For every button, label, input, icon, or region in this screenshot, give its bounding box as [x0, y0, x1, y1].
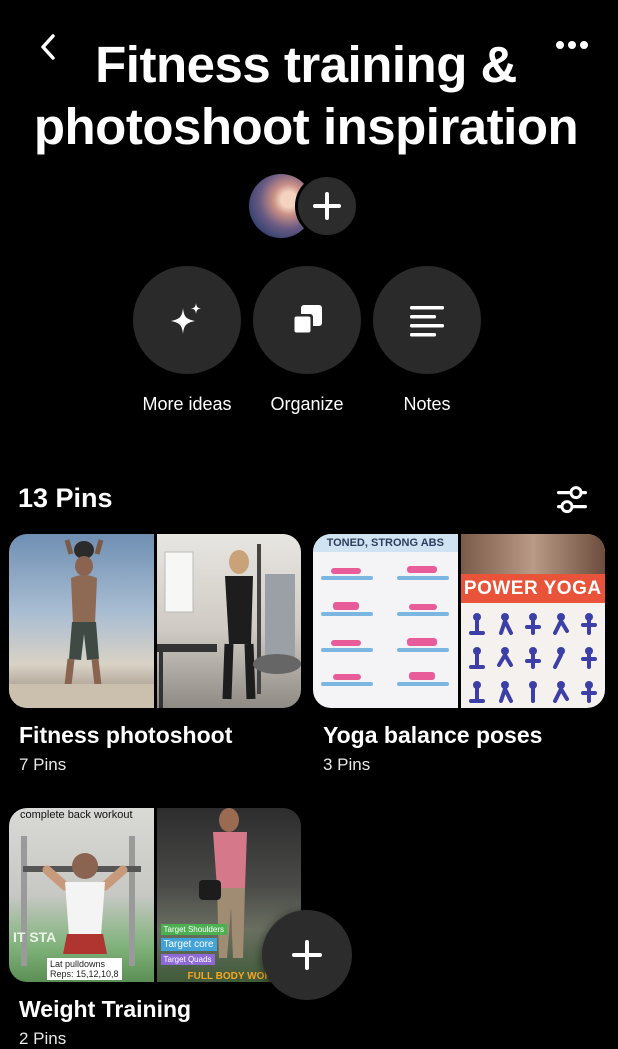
abs-pin-header: TONED, STRONG ABS	[313, 534, 458, 552]
create-pin-button[interactable]	[262, 910, 352, 1000]
organize-icon	[292, 305, 322, 335]
yoga-pose-grid	[468, 613, 597, 703]
plus-icon	[313, 192, 341, 220]
more-options-button[interactable]	[552, 34, 592, 56]
pins-count: 13 Pins	[18, 483, 113, 513]
yoga-photo-strip	[460, 534, 605, 574]
board-title: Yoga balance poses	[323, 722, 543, 748]
organize-button[interactable]: Organize	[253, 266, 361, 415]
more-ideas-button[interactable]: More ideas	[133, 266, 241, 415]
board-cover[interactable]: TONED, STRONG ABS POWER YOGA	[313, 534, 605, 708]
abs-exercise-grid	[321, 566, 449, 686]
svg-text:IT STA: IT STA	[13, 929, 56, 945]
pin-thumbnail: complete back workout IT STA Lat pulldow…	[9, 808, 154, 982]
organize-label: Organize	[270, 394, 344, 414]
notes-icon	[410, 306, 444, 337]
gym-photo	[156, 544, 301, 708]
add-collaborator-button[interactable]	[295, 174, 359, 238]
ellipsis-icon	[556, 41, 588, 49]
pin-thumbnail: TONED, STRONG ABS	[313, 534, 458, 708]
athlete-photo	[9, 539, 154, 708]
board-title: Weight Training	[19, 996, 192, 1022]
sparkle-icon	[171, 303, 201, 334]
board-card-yoga-balance-poses[interactable]: TONED, STRONG ABS POWER YOGA Yoga balanc…	[313, 534, 605, 775]
filter-button[interactable]	[552, 484, 592, 516]
board-actions: More ideas Organize Notes	[133, 266, 481, 415]
plus-icon	[292, 940, 322, 970]
pin-tag: Target core	[160, 938, 217, 951]
notes-label: Notes	[403, 394, 451, 414]
board-cover[interactable]	[9, 534, 301, 708]
more-ideas-label: More ideas	[142, 394, 232, 414]
pin-tag: Target Quads	[160, 954, 215, 965]
more-ideas-circle[interactable]	[133, 266, 241, 374]
board-cover[interactable]: complete back workout IT STA Lat pulldow…	[9, 808, 301, 982]
board-pin-count: 7 Pins	[19, 755, 67, 774]
board-title: Fitness training & photoshoot inspiratio…	[33, 36, 579, 155]
pin-thumbnail	[9, 534, 154, 708]
board-pin-count: 2 Pins	[19, 1029, 67, 1048]
back-workout-photo: IT STA	[13, 836, 141, 966]
collaborators	[249, 174, 363, 240]
board-pin-count: 3 Pins	[323, 755, 371, 774]
pin-caption: Lat pulldowns Reps: 15,12,10,8	[47, 958, 122, 980]
pin-thumbnail	[156, 534, 301, 708]
notes-button[interactable]: Notes	[373, 266, 481, 415]
board-card-fitness-photoshoot[interactable]: Fitness photoshoot 7 Pins	[9, 534, 301, 775]
organize-circle[interactable]	[253, 266, 361, 374]
board-card-weight-training[interactable]: complete back workout IT STA Lat pulldow…	[9, 808, 301, 1049]
yoga-banner: POWER YOGA	[460, 574, 605, 603]
notes-circle[interactable]	[373, 266, 481, 374]
pin-tag: Target Shoulders	[160, 924, 227, 935]
board-title: Fitness photoshoot	[19, 722, 233, 748]
pin-thumbnail: POWER YOGA	[460, 534, 605, 708]
sliders-icon	[557, 486, 587, 514]
